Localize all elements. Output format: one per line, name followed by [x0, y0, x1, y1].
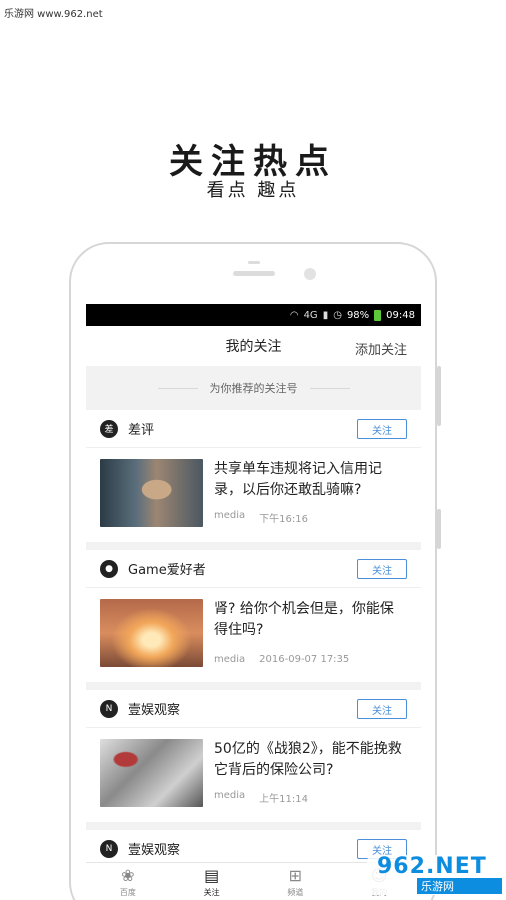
divider — [309, 387, 350, 389]
phone-power-button — [437, 509, 441, 549]
page-title: 我的关注 — [225, 339, 282, 355]
tab-label: 百度 — [119, 888, 136, 897]
account-logo: ● — [100, 559, 118, 578]
recommend-label: 为你推荐的关注号 — [209, 382, 298, 395]
add-follow-button[interactable]: 添加关注 — [355, 339, 407, 358]
article-title[interactable]: 50亿的《战狼2》，能不能挽救它背后的保险公司? — [214, 739, 407, 781]
signal-icon: ▮ — [322, 309, 329, 321]
network-label: 4G — [303, 309, 318, 321]
article-time: 上午11:14 — [259, 794, 308, 805]
phone-speaker — [233, 271, 275, 276]
document-icon: ▤ — [204, 866, 220, 885]
account-row[interactable]: ● Game爱好者 关注 — [86, 550, 421, 588]
tab-label: 频道 — [287, 888, 304, 897]
account-name[interactable]: 壹娱观察 — [128, 699, 180, 718]
battery-icon — [374, 309, 382, 321]
account-row[interactable]: 差 差评 关注 — [86, 410, 421, 448]
article-title[interactable]: 肾? 给你个机会但是，你能保得住吗? — [214, 599, 407, 641]
account-name[interactable]: 壹娱观察 — [128, 839, 180, 858]
article-thumbnail[interactable] — [100, 459, 203, 527]
account-card: ● Game爱好者 关注 肾? 给你个机会但是，你能保得住吗? media 20… — [86, 550, 421, 682]
account-name[interactable]: 差评 — [128, 419, 154, 438]
watermark-number: 962 — [377, 854, 426, 879]
tab-channel[interactable]: ⊞ 频道 — [254, 863, 338, 900]
article-source: media — [214, 654, 246, 665]
article-meta: media 2016-09-07 17:35 — [214, 654, 407, 669]
alarm-icon: ◷ — [333, 309, 342, 321]
phone-camera — [304, 268, 316, 280]
account-card: N 壹娱观察 关注 50亿的《战狼2》，能不能挽救它背后的保险公司? media… — [86, 690, 421, 822]
article-source: media — [214, 790, 246, 801]
article-body: 50亿的《战狼2》，能不能挽救它背后的保险公司? media 上午11:14 — [214, 739, 407, 809]
account-card: 差 差评 关注 共享单车违规将记入信用记录，以后你还敢乱骑嘛? media 下午… — [86, 410, 421, 542]
phone-sensor — [248, 261, 260, 264]
follow-button[interactable]: 关注 — [357, 559, 407, 579]
article-item[interactable]: 50亿的《战狼2》，能不能挽救它背后的保险公司? media 上午11:14 — [86, 728, 421, 822]
watermark-domain: .NET — [425, 854, 487, 879]
account-logo: N — [100, 839, 118, 858]
tab-baidu[interactable]: ❀ 百度 — [86, 863, 170, 900]
phone-volume-button — [437, 366, 441, 426]
article-thumbnail[interactable] — [100, 599, 203, 667]
article-meta: media 下午16:16 — [214, 510, 407, 529]
status-bar: ◠ 4G ▮ ◷ 98% 09:48 — [86, 304, 421, 326]
page: 乐游网 www.962.net 关注热点 看点 趣点 ◠ 4G ▮ ◷ 98% … — [0, 0, 506, 900]
tab-label: 关注 — [203, 888, 220, 897]
divider — [157, 387, 198, 389]
article-time: 2016-09-07 17:35 — [259, 654, 350, 665]
hero-subtitle: 看点 趣点 — [206, 180, 300, 201]
article-source: media — [214, 510, 246, 521]
account-row[interactable]: N 壹娱观察 关注 — [86, 690, 421, 728]
grid-icon: ⊞ — [288, 866, 303, 885]
watermark-brand: 962.NET — [377, 856, 502, 878]
status-time: 09:48 — [386, 309, 415, 321]
nav-bar: 我的关注 添加关注 — [86, 326, 421, 366]
article-meta: media 上午11:14 — [214, 790, 407, 809]
article-thumbnail[interactable] — [100, 739, 203, 807]
account-logo: 差 — [100, 419, 118, 438]
tab-follow[interactable]: ▤ 关注 — [170, 863, 254, 900]
article-item[interactable]: 肾? 给你个机会但是，你能保得住吗? media 2016-09-07 17:3… — [86, 588, 421, 682]
battery-percent: 98% — [346, 309, 370, 321]
article-body: 共享单车违规将记入信用记录，以后你还敢乱骑嘛? media 下午16:16 — [214, 459, 407, 529]
recommend-header: 为你推荐的关注号 — [86, 366, 421, 410]
article-body: 肾? 给你个机会但是，你能保得住吗? media 2016-09-07 17:3… — [214, 599, 407, 669]
wifi-icon: ◠ — [289, 309, 299, 321]
follow-button[interactable]: 关注 — [357, 699, 407, 719]
article-item[interactable]: 共享单车违规将记入信用记录，以后你还敢乱骑嘛? media 下午16:16 — [86, 448, 421, 542]
follow-button[interactable]: 关注 — [357, 419, 407, 439]
watermark-sub: 乐游网 — [417, 878, 502, 894]
phone-screen: ◠ 4G ▮ ◷ 98% 09:48 我的关注 添加关注 为你推荐的关注号 差 … — [86, 304, 421, 900]
watermark-text: 乐游网 www.962.net — [4, 9, 103, 20]
account-name[interactable]: Game爱好者 — [128, 559, 206, 578]
article-time: 下午16:16 — [259, 514, 308, 525]
account-logo: N — [100, 699, 118, 718]
watermark-logo: 962.NET 乐游网 — [367, 855, 502, 895]
article-title[interactable]: 共享单车违规将记入信用记录，以后你还敢乱骑嘛? — [214, 459, 407, 501]
paw-icon: ❀ — [121, 866, 135, 885]
